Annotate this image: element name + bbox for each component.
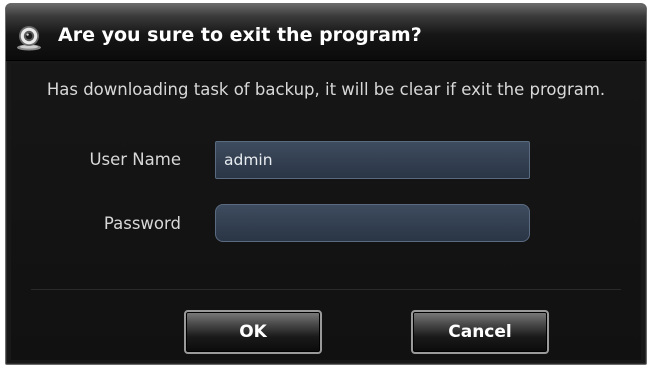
webcam-icon xyxy=(17,26,41,51)
password-label: Password xyxy=(103,214,181,233)
cancel-button[interactable]: Cancel xyxy=(411,310,549,354)
dialog-title: Are you sure to exit the program? xyxy=(58,24,422,46)
username-label: User Name xyxy=(89,150,181,169)
ok-button[interactable]: OK xyxy=(184,310,322,354)
divider xyxy=(31,289,621,290)
username-input[interactable] xyxy=(215,141,530,179)
dialog-titlebar: Are you sure to exit the program? xyxy=(6,4,646,61)
dialog-body: Has downloading task of backup, it will … xyxy=(11,64,641,360)
password-input[interactable] xyxy=(215,204,530,242)
warning-message: Has downloading task of backup, it will … xyxy=(46,80,606,99)
exit-confirm-dialog: Are you sure to exit the program? Has do… xyxy=(5,3,647,365)
